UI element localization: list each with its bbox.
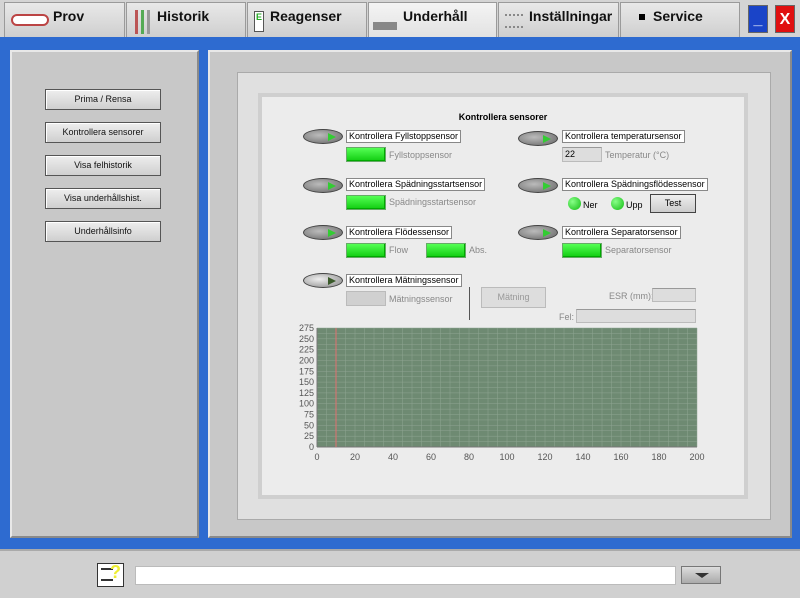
- sep-led: [562, 243, 602, 258]
- temp-toggle[interactable]: [518, 131, 558, 146]
- x-tick-label: 120: [537, 452, 552, 462]
- y-tick-label: 200: [299, 355, 314, 365]
- dilstart-led: [346, 195, 386, 210]
- measure-toggle[interactable]: [303, 273, 343, 288]
- fill-led-label: Fyllstoppsensor: [389, 150, 453, 160]
- reagent-bottle-icon: E: [252, 8, 266, 32]
- fill-toggle-label: Kontrollera Fyllstoppsensor: [346, 130, 462, 143]
- x-tick-label: 180: [651, 452, 666, 462]
- x-tick-label: 160: [613, 452, 628, 462]
- y-tick-label: 225: [299, 345, 314, 355]
- abs-led-label: Abs.: [469, 245, 488, 255]
- tab-label: Underhåll: [403, 8, 468, 24]
- minimize-button[interactable]: _: [748, 5, 768, 33]
- y-tick-label: 0: [309, 442, 314, 452]
- y-tick-label: 75: [304, 410, 314, 420]
- divider: [469, 287, 470, 320]
- sep-led-label: Separatorsensor: [605, 245, 672, 255]
- tab-prov[interactable]: Prov: [4, 2, 125, 37]
- triangle-down-icon: [695, 573, 709, 578]
- tab-service[interactable]: Service: [620, 2, 740, 37]
- visa-felhistorik-button[interactable]: Visa felhistorik: [45, 155, 161, 176]
- service-icon: [625, 8, 649, 32]
- tab-label: Reagenser: [270, 8, 342, 24]
- abs-led: [426, 243, 466, 258]
- fill-toggle[interactable]: [303, 129, 343, 144]
- measure-toggle-label: Kontrollera Mätningssensor: [346, 274, 462, 287]
- fill-led: [346, 147, 386, 162]
- measure-led: [346, 291, 386, 306]
- prima-rensa-button[interactable]: Prima / Rensa: [45, 89, 161, 110]
- down-led: [568, 197, 581, 210]
- y-tick-label: 250: [299, 334, 314, 344]
- flow-toggle-label: Kontrollera Flödessensor: [346, 226, 453, 239]
- sep-toggle[interactable]: [518, 225, 558, 240]
- x-tick-label: 60: [426, 452, 436, 462]
- test-button[interactable]: Test: [650, 194, 696, 213]
- y-tick-label: 50: [304, 420, 314, 430]
- y-tick-label: 100: [299, 399, 314, 409]
- x-tick-label: 80: [464, 452, 474, 462]
- tab-label: Prov: [53, 8, 85, 24]
- x-tick-label: 0: [314, 452, 319, 462]
- help-note-icon[interactable]: ?: [97, 562, 124, 587]
- x-tick-label: 200: [689, 452, 704, 462]
- esr-label: ESR (mm):: [609, 291, 654, 301]
- x-tick-label: 20: [350, 452, 360, 462]
- dilstart-toggle-label: Kontrollera Spädningsstartsensor: [346, 178, 486, 191]
- up-label: Upp: [626, 200, 643, 210]
- esr-field: [652, 288, 696, 302]
- temp-toggle-label: Kontrollera temperatursensor: [562, 130, 685, 143]
- flow-led-label: Flow: [389, 245, 409, 255]
- tab-reagenser[interactable]: E Reagenser: [247, 2, 367, 37]
- tab-installningar[interactable]: Inställningar: [498, 2, 619, 37]
- y-tick-label: 25: [304, 431, 314, 441]
- dilstart-led-label: Spädningsstartsensor: [389, 197, 477, 207]
- sep-toggle-label: Kontrollera Separatorsensor: [562, 226, 681, 239]
- tab-historik[interactable]: Historik: [126, 2, 246, 37]
- flow-led: [346, 243, 386, 258]
- kontrollera-sensorer-button[interactable]: Kontrollera sensorer: [45, 122, 161, 143]
- underhallsinfo-button[interactable]: Underhållsinfo: [45, 221, 161, 242]
- matning-button[interactable]: Mätning: [481, 287, 546, 308]
- temp-label: Temperatur (°C): [605, 150, 670, 160]
- dilstart-toggle[interactable]: [303, 178, 343, 193]
- flow-toggle[interactable]: [303, 225, 343, 240]
- tab-label: Inställningar: [529, 8, 613, 24]
- y-tick-label: 150: [299, 377, 314, 387]
- section-title: Kontrollera sensorer: [458, 112, 548, 122]
- tab-label: Service: [653, 8, 703, 24]
- y-tick-label: 125: [299, 388, 314, 398]
- tab-label: Historik: [157, 8, 210, 24]
- y-tick-label: 275: [299, 323, 314, 333]
- sensor-chart: 0 20 40 60 80 100 120 140 160 180 2000255075100125…: [299, 323, 705, 462]
- measure-led-label: Mätningssensor: [389, 294, 453, 304]
- temp-value: 22: [562, 147, 602, 162]
- down-label: Ner: [583, 200, 598, 210]
- close-button[interactable]: X: [775, 5, 795, 33]
- maintenance-icon: [373, 8, 399, 32]
- x-tick-label: 140: [575, 452, 590, 462]
- sample-tube-icon: [9, 8, 49, 32]
- tab-underhall[interactable]: Underhåll: [368, 2, 497, 37]
- status-dropdown-button[interactable]: [681, 566, 721, 584]
- settings-list-icon: [503, 8, 525, 32]
- dilflow-toggle-label: Kontrollera Spädningsflödessensor: [562, 178, 708, 191]
- y-tick-label: 175: [299, 366, 314, 376]
- x-tick-label: 100: [499, 452, 514, 462]
- up-led: [611, 197, 624, 210]
- visa-underhallshist-button[interactable]: Visa underhållshist.: [45, 188, 161, 209]
- history-tubes-icon: [131, 8, 153, 34]
- x-tick-label: 40: [388, 452, 398, 462]
- dilflow-toggle[interactable]: [518, 178, 558, 193]
- status-message-field[interactable]: [135, 566, 676, 585]
